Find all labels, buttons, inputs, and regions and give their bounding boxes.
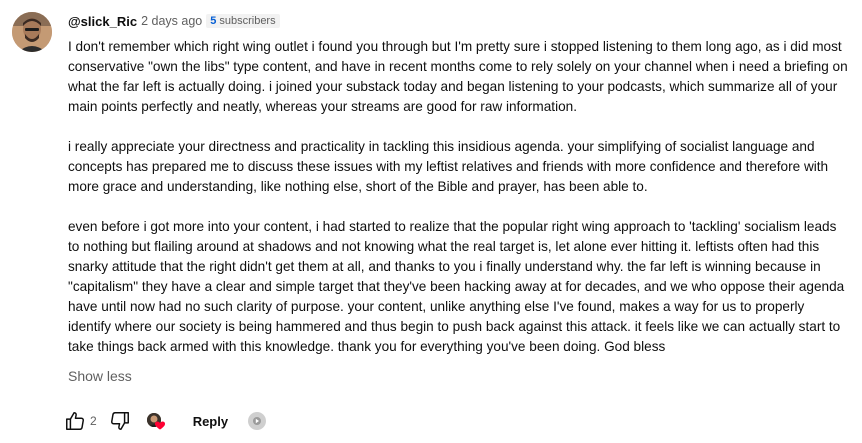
thumbs-down-icon bbox=[110, 412, 129, 430]
show-less-button[interactable]: Show less bbox=[68, 368, 848, 384]
comment-timestamp[interactable]: 2 days ago bbox=[141, 14, 202, 28]
comment-paragraph: even before i got more into your content… bbox=[68, 219, 845, 354]
reply-button[interactable]: Reply bbox=[193, 414, 228, 429]
more-options-icon[interactable] bbox=[248, 412, 267, 430]
comment-body: @slick_Ric 2 days ago 5 subscribers I do… bbox=[68, 12, 848, 385]
comment-paragraph: I don't remember which right wing outlet… bbox=[68, 39, 848, 114]
creator-heart bbox=[145, 409, 169, 433]
comment-header: @slick_Ric 2 days ago 5 subscribers bbox=[68, 12, 848, 30]
like-count: 2 bbox=[90, 414, 97, 428]
dislike-button[interactable] bbox=[105, 406, 135, 436]
subscribers-label: subscribers bbox=[219, 15, 276, 27]
comment-paragraph: i really appreciate your directness and … bbox=[68, 139, 829, 194]
subscribers-badge: 5 subscribers bbox=[206, 14, 280, 28]
like-button[interactable] bbox=[60, 406, 90, 436]
user-avatar[interactable] bbox=[12, 12, 52, 52]
comment-thread: @slick_Ric 2 days ago 5 subscribers I do… bbox=[0, 0, 862, 443]
comment-text: I don't remember which right wing outlet… bbox=[68, 37, 848, 357]
thumbs-up-icon bbox=[66, 412, 84, 430]
subscribers-count: 5 bbox=[210, 15, 217, 27]
comment-actions: 2 Reply bbox=[60, 406, 267, 436]
author-name[interactable]: @slick_Ric bbox=[68, 14, 137, 29]
creator-heart-icon bbox=[154, 421, 165, 430]
